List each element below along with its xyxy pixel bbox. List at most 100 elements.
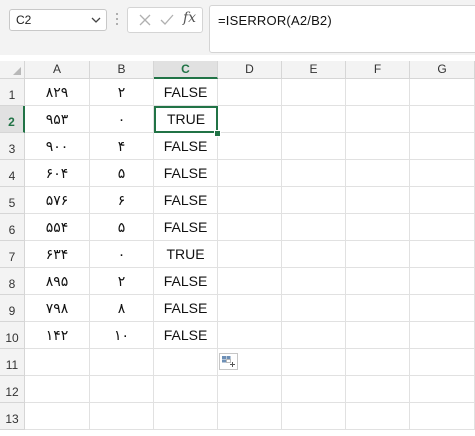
cell-b4[interactable]: ۵ xyxy=(90,160,154,187)
cell-b9[interactable]: ۸ xyxy=(90,295,154,322)
cell-c6[interactable]: FALSE xyxy=(154,214,218,241)
cell-c2[interactable]: TRUE xyxy=(154,106,218,133)
column-header-e[interactable]: E xyxy=(282,61,346,79)
cell-c8[interactable]: FALSE xyxy=(154,268,218,295)
cell-d1[interactable] xyxy=(218,79,282,106)
cell-a3[interactable]: ۹۰۰ xyxy=(25,133,90,160)
cell-c13[interactable] xyxy=(154,403,218,430)
formula-input[interactable]: =ISERROR(A2/B2) xyxy=(209,5,475,53)
row-header-11[interactable]: 11 xyxy=(0,349,25,376)
cell-g11[interactable] xyxy=(410,349,475,376)
cell-a5[interactable]: ۵۷۶ xyxy=(25,187,90,214)
cell-f8[interactable] xyxy=(346,268,410,295)
cell-g7[interactable] xyxy=(410,241,475,268)
cell-c1[interactable]: FALSE xyxy=(154,79,218,106)
chevron-down-icon[interactable] xyxy=(90,10,102,30)
cell-e8[interactable] xyxy=(282,268,346,295)
row-header-6[interactable]: 6 xyxy=(0,214,25,241)
cell-b6[interactable]: ۵ xyxy=(90,214,154,241)
column-header-f[interactable]: F xyxy=(346,61,410,79)
cell-f13[interactable] xyxy=(346,403,410,430)
cell-a8[interactable]: ۸۹۵ xyxy=(25,268,90,295)
cell-e9[interactable] xyxy=(282,295,346,322)
cell-e3[interactable] xyxy=(282,133,346,160)
cell-e10[interactable] xyxy=(282,322,346,349)
cell-f4[interactable] xyxy=(346,160,410,187)
cell-g1[interactable] xyxy=(410,79,475,106)
cell-b10[interactable]: ۱۰ xyxy=(90,322,154,349)
cell-d13[interactable] xyxy=(218,403,282,430)
column-header-a[interactable]: A xyxy=(25,61,90,79)
cell-d7[interactable] xyxy=(218,241,282,268)
cell-g12[interactable] xyxy=(410,376,475,403)
cell-d3[interactable] xyxy=(218,133,282,160)
cell-g5[interactable] xyxy=(410,187,475,214)
cell-b13[interactable] xyxy=(90,403,154,430)
cell-c5[interactable]: FALSE xyxy=(154,187,218,214)
cell-d4[interactable] xyxy=(218,160,282,187)
column-header-b[interactable]: B xyxy=(90,61,154,79)
cell-g4[interactable] xyxy=(410,160,475,187)
column-header-c[interactable]: C xyxy=(154,61,218,79)
cell-g3[interactable] xyxy=(410,133,475,160)
cell-e5[interactable] xyxy=(282,187,346,214)
cell-f12[interactable] xyxy=(346,376,410,403)
cell-g9[interactable] xyxy=(410,295,475,322)
cell-d12[interactable] xyxy=(218,376,282,403)
cell-e1[interactable] xyxy=(282,79,346,106)
cell-b3[interactable]: ۴ xyxy=(90,133,154,160)
column-header-g[interactable]: G xyxy=(410,61,475,79)
row-header-5[interactable]: 5 xyxy=(0,187,25,214)
cell-g10[interactable] xyxy=(410,322,475,349)
cell-f10[interactable] xyxy=(346,322,410,349)
quick-analysis-button[interactable] xyxy=(219,353,238,370)
row-header-9[interactable]: 9 xyxy=(0,295,25,322)
row-header-7[interactable]: 7 xyxy=(0,241,25,268)
cell-g6[interactable] xyxy=(410,214,475,241)
cell-b5[interactable]: ۶ xyxy=(90,187,154,214)
cell-d8[interactable] xyxy=(218,268,282,295)
cell-e12[interactable] xyxy=(282,376,346,403)
cell-f3[interactable] xyxy=(346,133,410,160)
row-header-3[interactable]: 3 xyxy=(0,133,25,160)
row-header-12[interactable]: 12 xyxy=(0,376,25,403)
cell-d6[interactable] xyxy=(218,214,282,241)
cell-a6[interactable]: ۵۵۴ xyxy=(25,214,90,241)
cell-e4[interactable] xyxy=(282,160,346,187)
cell-d2[interactable] xyxy=(218,106,282,133)
name-box[interactable]: C2 xyxy=(9,9,107,31)
cell-a1[interactable]: ۸۲۹ xyxy=(25,79,90,106)
cell-f5[interactable] xyxy=(346,187,410,214)
cell-a4[interactable]: ۶۰۴ xyxy=(25,160,90,187)
cell-c9[interactable]: FALSE xyxy=(154,295,218,322)
cell-c11[interactable] xyxy=(154,349,218,376)
cell-c4[interactable]: FALSE xyxy=(154,160,218,187)
close-icon[interactable] xyxy=(136,11,154,29)
cell-a12[interactable] xyxy=(25,376,90,403)
row-header-8[interactable]: 8 xyxy=(0,268,25,295)
cell-b7[interactable]: ۰ xyxy=(90,241,154,268)
fill-handle[interactable] xyxy=(214,130,221,137)
cell-a11[interactable] xyxy=(25,349,90,376)
cell-e7[interactable] xyxy=(282,241,346,268)
select-all-corner[interactable] xyxy=(0,61,25,79)
cell-b12[interactable] xyxy=(90,376,154,403)
cell-f9[interactable] xyxy=(346,295,410,322)
cell-b1[interactable]: ۲ xyxy=(90,79,154,106)
row-header-10[interactable]: 10 xyxy=(0,322,25,349)
cell-f6[interactable] xyxy=(346,214,410,241)
cell-c12[interactable] xyxy=(154,376,218,403)
cell-a13[interactable] xyxy=(25,403,90,430)
cell-e11[interactable] xyxy=(282,349,346,376)
cell-g2[interactable] xyxy=(410,106,475,133)
cell-e13[interactable] xyxy=(282,403,346,430)
cell-f11[interactable] xyxy=(346,349,410,376)
cell-e6[interactable] xyxy=(282,214,346,241)
cell-d5[interactable] xyxy=(218,187,282,214)
cell-c7[interactable]: TRUE xyxy=(154,241,218,268)
row-header-2[interactable]: 2 xyxy=(0,106,25,133)
cell-f2[interactable] xyxy=(346,106,410,133)
cell-g8[interactable] xyxy=(410,268,475,295)
row-header-13[interactable]: 13 xyxy=(0,403,25,430)
cell-a9[interactable]: ۷۹۸ xyxy=(25,295,90,322)
